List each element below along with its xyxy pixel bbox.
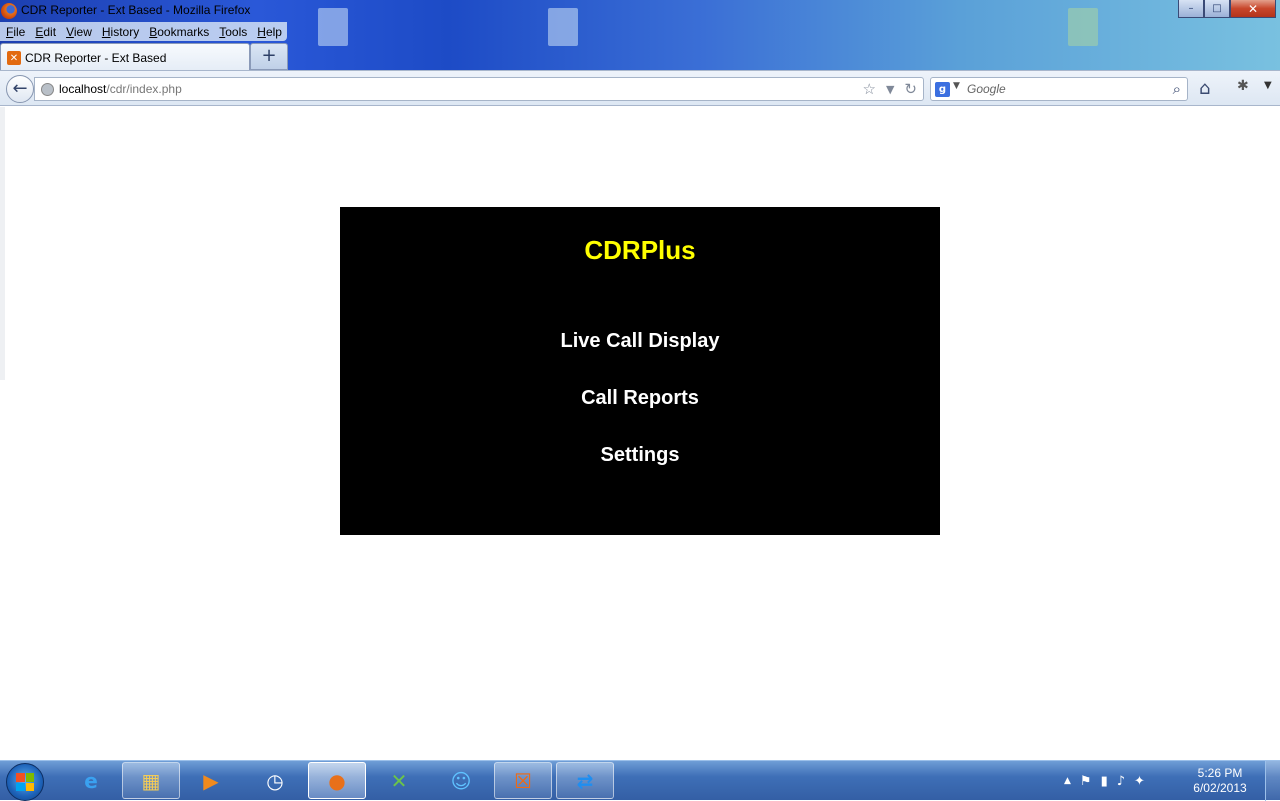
navigation-toolbar: ← localhost/cdr/index.php ☆ ▼ ↻ g ▼ Goog… [0, 70, 1280, 106]
taskbar-button[interactable]: ▶ [182, 762, 240, 799]
main-panel: CDRPlus Live Call Display Call Reports S… [340, 207, 940, 535]
system-tray: ▲ ⚑ ▮ ♪ ✦ [1064, 761, 1145, 801]
clock[interactable]: 5:26 PM 6/02/2013 [1184, 766, 1256, 796]
dropbox-icon[interactable]: ✦ [1134, 774, 1145, 789]
network-icon[interactable]: ▮ [1101, 774, 1108, 789]
window-controls: – □ ✕ [1178, 0, 1276, 18]
messenger-icon: ☺ [450, 768, 472, 793]
xampp-icon: ☒ [514, 768, 532, 793]
tab-strip: ✕ CDR Reporter - Ext Based + [0, 42, 1280, 72]
close-button[interactable]: ✕ [1230, 0, 1276, 18]
call-reports-link[interactable]: Call Reports [340, 387, 940, 410]
app-title: CDRPlus [584, 235, 696, 265]
google-icon[interactable]: g [935, 82, 950, 97]
address-bar[interactable]: localhost/cdr/index.php ☆ ▼ ↻ [34, 77, 924, 101]
taskbar-button[interactable]: ✕ [370, 762, 428, 799]
taskbar-button[interactable]: ☒ [494, 762, 552, 799]
start-button[interactable] [6, 763, 44, 801]
tab-cdr-reporter[interactable]: ✕ CDR Reporter - Ext Based [0, 43, 250, 72]
bookmark-star-icon[interactable]: ☆ [863, 80, 876, 98]
x-app-icon: ✕ [390, 768, 408, 793]
action-center-icon[interactable]: ⚑ [1080, 774, 1092, 789]
internet-explorer-icon: e [84, 768, 98, 793]
menu-view[interactable]: View [61, 22, 97, 41]
home-icon[interactable]: ⌂ [1199, 78, 1210, 99]
history-dropdown-icon[interactable]: ▼ [886, 80, 894, 98]
title-bar: CDR Reporter - Ext Based - Mozilla Firef… [0, 0, 1280, 22]
new-tab-button[interactable]: + [250, 43, 288, 70]
show-desktop-button[interactable] [1265, 761, 1280, 801]
reload-icon[interactable]: ↻ [904, 80, 917, 98]
taskbar-button[interactable]: ● [308, 762, 366, 799]
taskbar-button[interactable]: ◷ [246, 762, 304, 799]
site-identity-icon[interactable] [41, 83, 54, 96]
addon-icon[interactable]: ✱ [1237, 78, 1249, 94]
menu-bar: File Edit View History Bookmarks Tools H… [0, 22, 287, 41]
menu-tools[interactable]: Tools [214, 22, 252, 41]
search-icon[interactable]: ⌕ [1173, 80, 1181, 98]
taskbar-button[interactable]: ☺ [432, 762, 490, 799]
left-edge-strip [0, 107, 5, 380]
minimize-button[interactable]: – [1178, 0, 1204, 18]
page-content: CDRPlus Live Call Display Call Reports S… [0, 107, 1280, 760]
addon-dropdown-icon[interactable]: ▼ [1264, 80, 1272, 91]
search-input[interactable]: Google [967, 82, 1006, 96]
menu-bookmarks[interactable]: Bookmarks [144, 22, 214, 41]
clock-date: 6/02/2013 [1193, 781, 1247, 795]
window-title: CDR Reporter - Ext Based - Mozilla Firef… [21, 3, 251, 17]
tray-expand-icon[interactable]: ▲ [1064, 776, 1071, 786]
file-explorer-icon: ▦ [141, 768, 161, 793]
taskbar-button[interactable]: ⇄ [556, 762, 614, 799]
clock-app-icon: ◷ [266, 768, 284, 793]
url-bar-buttons: ☆ ▼ ↻ [863, 80, 918, 98]
firefox-icon: ● [328, 768, 346, 793]
firefox-icon[interactable] [1, 3, 17, 19]
search-bar[interactable]: g ▼ Google ⌕ [930, 77, 1188, 101]
back-button[interactable]: ← [6, 75, 34, 103]
tab-title: CDR Reporter - Ext Based [25, 51, 167, 65]
live-call-display-link[interactable]: Live Call Display [340, 330, 940, 353]
menu-history[interactable]: History [97, 22, 144, 41]
taskbar: e ▦ ▶ ◷ ● ✕ ☺ ☒ ⇄ ▲ ⚑ ▮ ♪ ✦ 5:26 PM 6/02/2013 [0, 760, 1280, 801]
clock-time: 5:26 PM [1197, 766, 1243, 780]
menu-help[interactable]: Help [252, 22, 287, 41]
settings-link[interactable]: Settings [340, 444, 940, 467]
menu-file[interactable]: File [1, 22, 30, 41]
taskbar-button[interactable]: ▦ [122, 762, 180, 799]
taskbar-button[interactable]: e [62, 762, 120, 799]
url-text[interactable]: localhost/cdr/index.php [59, 82, 182, 96]
search-engine-dropdown-icon[interactable]: ▼ [953, 81, 960, 91]
teamviewer-icon: ⇄ [576, 768, 594, 793]
xampp-favicon-icon: ✕ [7, 51, 21, 65]
menu-edit[interactable]: Edit [30, 22, 61, 41]
maximize-button[interactable]: □ [1204, 0, 1230, 18]
volume-muted-icon[interactable]: ♪ [1117, 774, 1125, 789]
windows-logo-icon [16, 773, 34, 791]
media-player-icon: ▶ [203, 768, 219, 793]
